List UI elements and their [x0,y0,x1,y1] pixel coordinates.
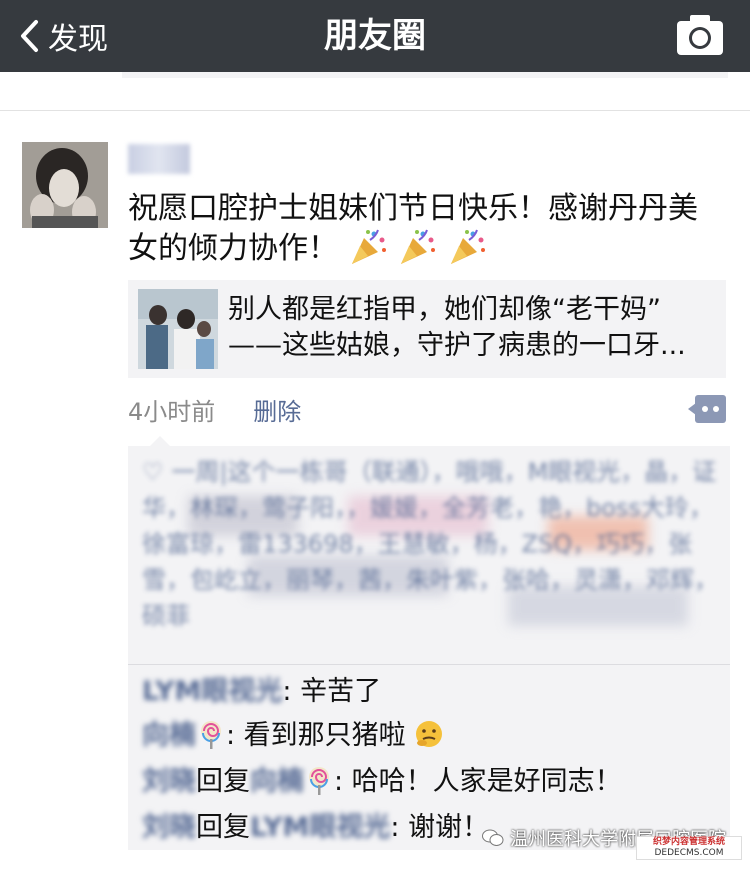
navigation-bar: 发现 朋友圈 [0,0,750,72]
reply-word: 回复 [196,812,250,843]
likes-names: 一周|这个一栋哥（联通），哦哦，M眼视光，晶，证华，林琛，莺子阳，，媛媛，全芳老… [142,458,718,630]
previous-post-card-edge [122,72,728,78]
reply-target[interactable]: LYM眼视光 [250,812,390,843]
comment-author[interactable]: 刘晓 [142,812,196,843]
comment-item[interactable]: LYM眼视光: 辛苦了 [142,672,381,712]
comment-author[interactable]: 刘晓 [142,766,196,797]
camera-icon[interactable] [676,13,724,57]
article-title-line-1: 别人都是红指甲，她们却像“老干妈” [228,294,661,325]
likes-comments-separator [128,664,730,665]
reply-target[interactable]: 向楠 [250,766,304,797]
shared-article-card[interactable]: 别人都是红指甲，她们却像“老干妈” ——这些姑娘，守护了病患的一口牙... [128,280,726,378]
comment-text: : 哈哈！人家是好同志！ [334,766,622,797]
post-meta: 4小时前 删除 [128,392,301,426]
comments-box-arrow [150,436,170,446]
site-watermark-line-2: DEDECMS.COM [654,848,724,858]
comment-text: : 谢谢！ [390,812,490,843]
party-popper-icon [401,229,436,264]
reply-word: 回复 [196,766,250,797]
article-title: 别人都是红指甲，她们却像“老干妈” ——这些姑娘，守护了病患的一口牙... [228,292,718,364]
heart-icon: ♡ [142,458,164,486]
likes-and-comments: ♡ 一周|这个一栋哥（联通），哦哦，M眼视光，晶，证华，林琛，莺子阳，，媛媛，全芳… [128,446,730,850]
delete-link[interactable]: 删除 [253,392,301,427]
lollipop-icon [309,767,329,795]
likes-list[interactable]: ♡ 一周|这个一栋哥（联通），哦哦，M眼视光，晶，证华，林琛，莺子阳，，媛媛，全芳… [142,454,718,634]
avatar[interactable] [22,142,108,228]
comment-item[interactable]: 刘晓回复向楠 : 哈哈！人家是好同志！ [142,762,622,802]
comment-more-icon[interactable] [688,395,726,423]
site-watermark: 织梦内容管理系统 DEDECMS.COM [636,836,742,860]
comment-text: : 辛苦了 [282,676,382,707]
comment-text: : 看到那只猪啦 [226,720,406,751]
comment-author[interactable]: 向楠 [142,720,196,751]
post-text: 祝愿口腔护士姐妹们节日快乐！感谢丹丹美女的倾力协作！ [128,190,718,268]
comment-item[interactable]: 向楠 : 看到那只猪啦 [142,716,444,756]
site-watermark-line-1: 织梦内容管理系统 [652,837,725,847]
wechat-logo-icon [482,829,504,846]
avatar-photo [22,142,108,228]
lollipop-icon [201,721,221,749]
article-thumbnail [138,289,218,369]
comment-author[interactable]: LYM眼视光 [142,676,282,707]
post-divider [0,110,750,111]
username-blurred[interactable] [128,144,190,174]
thinking-face-icon [416,721,443,747]
article-title-line-2: ——这些姑娘，守护了病患的一口牙... [228,330,686,361]
page-title: 朋友圈 [324,16,426,56]
post-time: 4小时前 [128,397,216,426]
comment-item[interactable]: 刘晓回复LYM眼视光: 谢谢！ [142,808,489,848]
party-popper-icon [351,229,386,264]
party-popper-icon [450,229,485,264]
